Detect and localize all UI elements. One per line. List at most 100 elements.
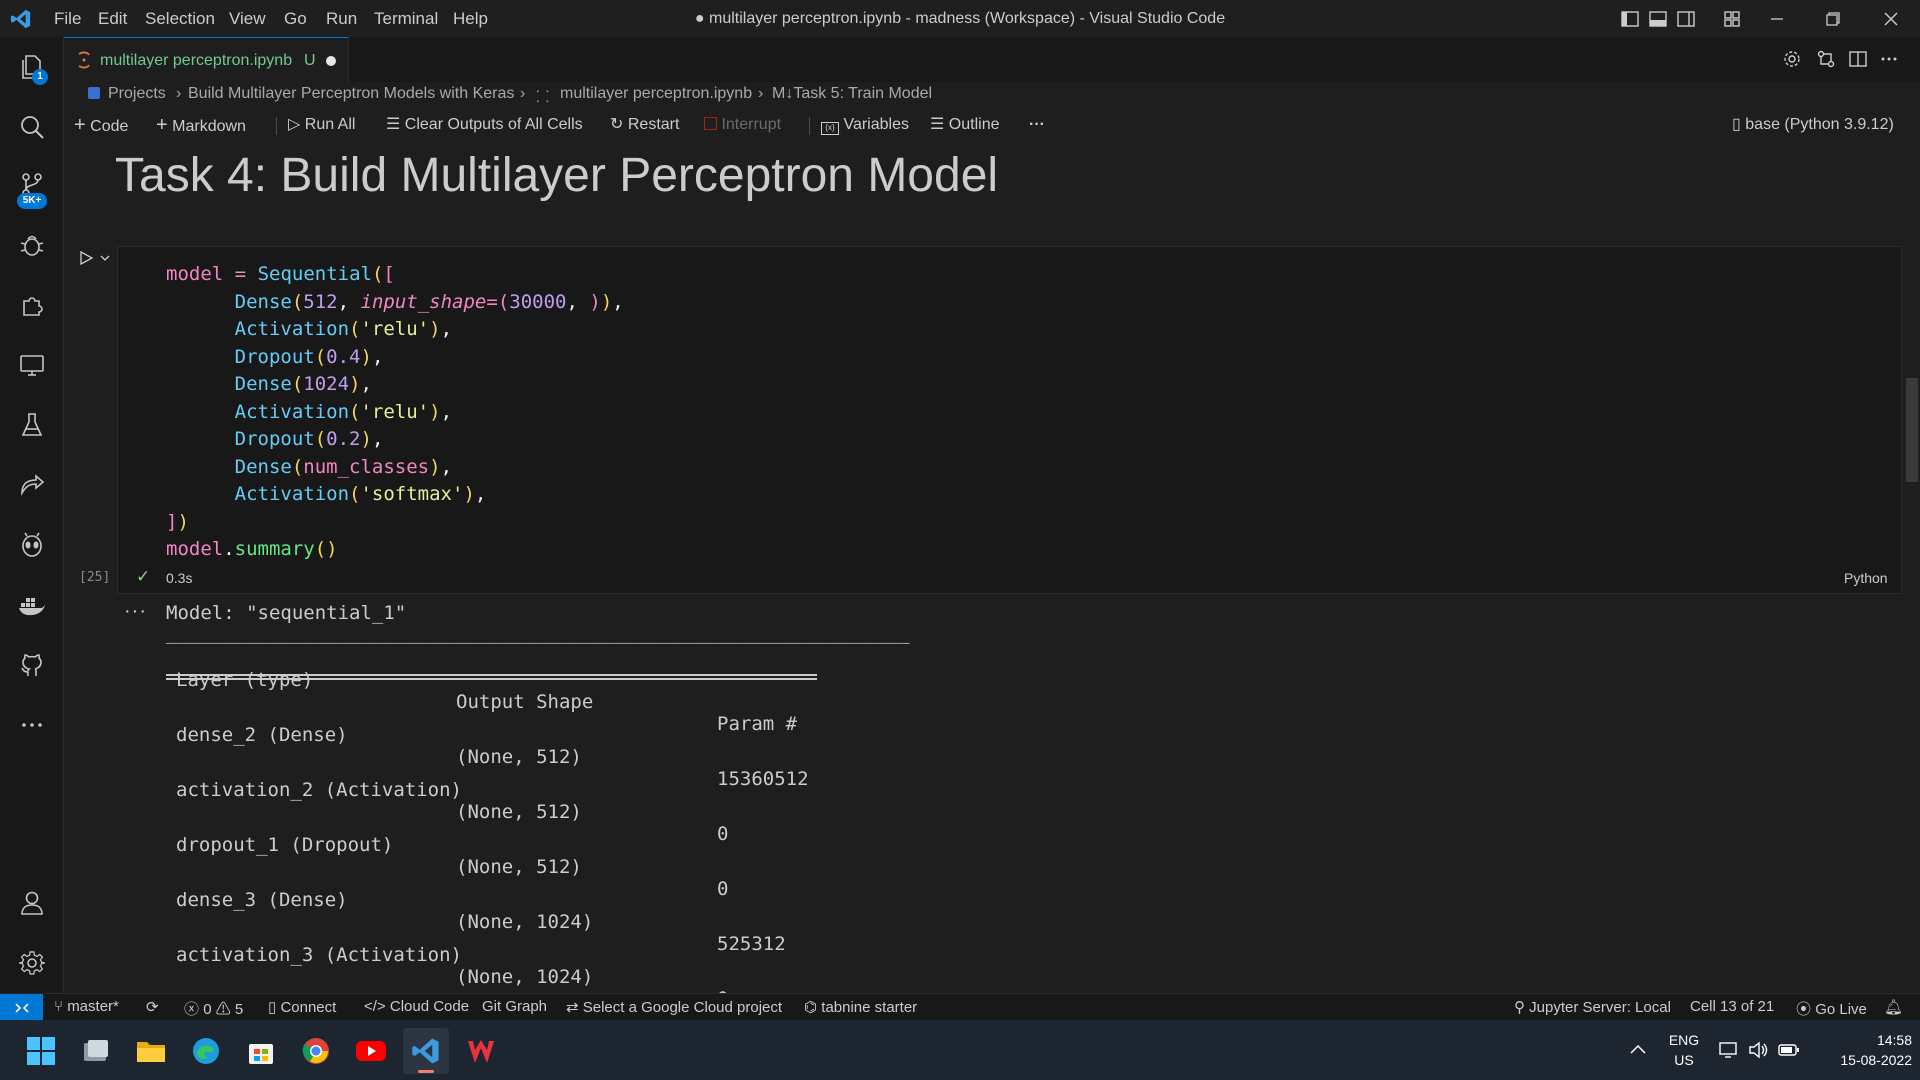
github-icon[interactable]	[0, 637, 64, 693]
menu-view[interactable]: View	[229, 0, 266, 37]
alien-icon[interactable]	[0, 517, 64, 573]
breadcrumb-file[interactable]: multilayer perceptron.ipynb	[560, 85, 752, 103]
explorer-icon[interactable]: 1	[0, 39, 64, 95]
source-control-icon[interactable]: 5K+	[0, 157, 64, 213]
breadcrumb-folder[interactable]: Build Multilayer Perceptron Models with …	[188, 85, 514, 103]
stop-icon	[704, 117, 717, 130]
split-editor-icon[interactable]	[1848, 49, 1868, 69]
settings-gear-icon[interactable]	[0, 935, 64, 991]
notebook-toolbar: + Code + Markdown ▷ Run All ☰ Clear Outp…	[64, 108, 1920, 142]
menu-file[interactable]: File	[54, 0, 81, 37]
toggle-secondary-sidebar-icon[interactable]	[1672, 0, 1700, 37]
code-icon: </>	[364, 998, 386, 1015]
notifications-bell-icon[interactable]: 🔔︎	[1884, 998, 1903, 1016]
windows-start-icon[interactable]	[18, 1028, 64, 1074]
restart-button[interactable]: ↻ Restart	[610, 114, 679, 136]
broadcast-icon: ⦿	[1796, 1001, 1812, 1018]
problems-indicator[interactable]: ⓧ 0 ⚠ 5	[184, 998, 243, 1019]
edge-browser-icon[interactable]	[183, 1028, 229, 1074]
youtube-icon[interactable]	[348, 1028, 394, 1074]
gcp-project-button[interactable]: ⇄ Select a Google Cloud project	[566, 998, 782, 1016]
run-debug-icon[interactable]	[0, 217, 64, 273]
outline-button[interactable]: ☰ Outline	[930, 114, 1000, 136]
jupyter-server-button[interactable]: ⚲ Jupyter Server: Local	[1514, 998, 1671, 1016]
kernel-icon: ▯	[1732, 116, 1741, 133]
tab-label: multilayer perceptron.ipynb	[100, 52, 293, 69]
editor-scrollbar[interactable]	[1906, 378, 1918, 482]
volume-icon[interactable]	[1748, 1039, 1770, 1061]
code-cell[interactable]: model = Sequential([ Dense(512, input_sh…	[117, 246, 1902, 594]
restore-icon[interactable]	[1810, 0, 1856, 37]
breadcrumb-projects[interactable]: Projects	[108, 85, 166, 103]
sync-icon[interactable]: ⟳	[146, 998, 159, 1016]
menu-edit[interactable]: Edit	[98, 0, 127, 37]
more-actions-icon[interactable]	[1879, 49, 1899, 69]
variables-button[interactable]: {x} Variables	[821, 114, 909, 136]
wps-office-icon[interactable]	[458, 1028, 504, 1074]
editor-tab-bar: multilayer perceptron.ipynb U	[64, 37, 1920, 82]
git-branch[interactable]: ⑂ master*	[54, 998, 119, 1015]
more-icon[interactable]	[0, 697, 64, 753]
file-explorer-icon[interactable]	[128, 1028, 174, 1074]
cell-source-code[interactable]: model = Sequential([ Dense(512, input_sh…	[166, 261, 624, 564]
notebook-settings-gear-icon[interactable]	[1782, 49, 1802, 69]
cloud-code-button[interactable]: </> Cloud Code	[364, 998, 469, 1015]
menu-run[interactable]: Run	[326, 0, 357, 37]
remote-indicator-icon[interactable]	[0, 994, 43, 1021]
customize-layout-icon[interactable]	[1718, 0, 1746, 37]
tabnine-button[interactable]: ⌬ tabnine starter	[804, 998, 917, 1016]
cell-language-picker[interactable]: Python	[1844, 570, 1888, 586]
interrupt-button[interactable]: Interrupt	[704, 114, 781, 136]
divider-dashes: ________________________________________…	[166, 622, 910, 644]
add-code-cell-button[interactable]: + Code	[74, 114, 128, 136]
kernel-picker[interactable]: ▯ base (Python 3.9.12)	[1732, 114, 1894, 136]
vscode-taskbar-icon[interactable]	[403, 1028, 449, 1074]
connect-button[interactable]: ▯ Connect	[268, 998, 336, 1016]
menu-help[interactable]: Help	[453, 0, 488, 37]
cell-position[interactable]: Cell 13 of 21	[1690, 998, 1774, 1015]
open-changes-icon[interactable]	[1816, 49, 1836, 69]
cell-output: ··· Model: "sequential_1" ______________…	[124, 600, 1904, 993]
source-control-badge: 5K+	[17, 193, 47, 209]
extensions-icon[interactable]	[0, 277, 64, 333]
unsaved-dot-icon[interactable]	[326, 56, 336, 66]
minimize-icon[interactable]	[1754, 0, 1800, 37]
table-row: dropout_1 (Dropout) (None, 512) 0	[166, 812, 866, 900]
system-clock[interactable]: 14:58 15-08-2022	[1808, 1030, 1912, 1070]
tab-multilayer-perceptron[interactable]: multilayer perceptron.ipynb U	[64, 37, 349, 82]
testing-icon[interactable]	[0, 397, 64, 453]
menu-selection[interactable]: Selection	[145, 0, 215, 37]
outline-label: Outline	[948, 116, 1000, 133]
output-more-icon[interactable]: ···	[124, 600, 147, 623]
toolbar-more-button[interactable]: ···	[1029, 114, 1045, 136]
menu-terminal[interactable]: Terminal	[374, 0, 438, 37]
toggle-panel-icon[interactable]	[1644, 0, 1672, 37]
live-share-icon[interactable]	[0, 457, 64, 513]
microsoft-store-icon[interactable]	[238, 1028, 284, 1074]
toolbar-divider	[276, 117, 277, 135]
model-summary-output: Model: "sequential_1" __________________…	[166, 602, 910, 993]
input-language-indicator[interactable]: ENG US	[1664, 1030, 1704, 1070]
accounts-icon[interactable]	[0, 875, 64, 931]
chrome-icon[interactable]	[293, 1028, 339, 1074]
search-icon[interactable]	[0, 99, 64, 155]
breadcrumb-cell[interactable]: M↓Task 5: Train Model	[772, 85, 932, 103]
toggle-primary-sidebar-icon[interactable]	[1616, 0, 1644, 37]
close-window-icon[interactable]	[1868, 0, 1914, 37]
language-label: ENG	[1668, 1032, 1700, 1048]
network-icon[interactable]	[1718, 1039, 1740, 1061]
git-graph-button[interactable]: Git Graph	[482, 998, 547, 1015]
show-hidden-icons-icon[interactable]	[1628, 1040, 1648, 1060]
menu-go[interactable]: Go	[284, 0, 307, 37]
add-markdown-cell-button[interactable]: + Markdown	[156, 114, 246, 136]
remote-explorer-icon[interactable]	[0, 337, 64, 393]
run-all-button[interactable]: ▷ Run All	[288, 114, 355, 136]
docker-icon[interactable]	[0, 577, 64, 633]
variables-icon: {x}	[821, 122, 839, 135]
go-live-button[interactable]: ⦿ Go Live	[1796, 998, 1867, 1019]
clear-outputs-button[interactable]: ☰ Clear Outputs of All Cells	[386, 114, 583, 136]
execute-cell-icon[interactable]	[78, 250, 94, 266]
battery-icon[interactable]	[1778, 1039, 1800, 1061]
task-view-icon[interactable]	[73, 1028, 119, 1074]
chevron-down-icon[interactable]	[98, 250, 112, 266]
